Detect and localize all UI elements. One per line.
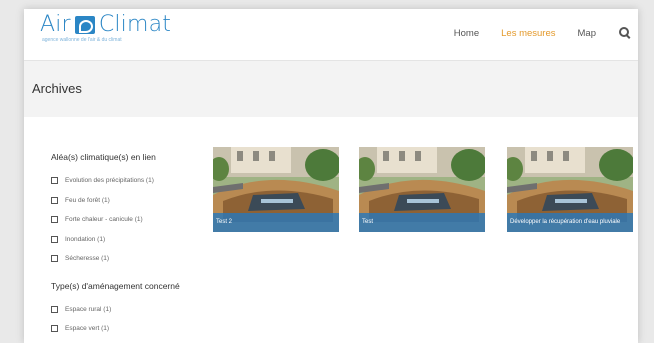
card-caption: Test 2 xyxy=(213,213,339,232)
filter-option-label: Sécheresse (1) xyxy=(65,255,110,263)
archive-card[interactable]: Développer la récupération d'eau pluvial… xyxy=(507,147,633,232)
filter-option-label: Espace vert (1) xyxy=(65,325,110,333)
checkbox[interactable] xyxy=(51,305,58,313)
card-caption: Développer la récupération d'eau pluvial… xyxy=(507,213,633,232)
logo-word-left: Air xyxy=(40,12,71,37)
site-logo[interactable]: Air Climat agence wallonne de l'air & du… xyxy=(40,14,171,44)
title-band: Archives xyxy=(24,60,638,117)
nav-item-map[interactable]: Map xyxy=(578,28,596,39)
search-icon[interactable] xyxy=(618,26,632,40)
filter-option-label: Forte chaleur - canicule (1) xyxy=(65,216,143,224)
filter-option-label: Inondation (1) xyxy=(65,235,106,243)
checkbox[interactable] xyxy=(51,235,58,243)
filter-option[interactable]: Feu de forêt (1) xyxy=(51,191,201,211)
page-container: Air Climat agence wallonne de l'air & du… xyxy=(24,9,638,343)
checkbox[interactable] xyxy=(51,196,58,204)
main-nav: Home Les mesures Map xyxy=(454,26,638,40)
filter-option[interactable]: Forte chaleur - canicule (1) xyxy=(51,210,201,230)
logo-tagline: agence wallonne de l'air & du climat xyxy=(42,37,122,43)
archive-card[interactable]: Test 2 xyxy=(213,147,339,232)
filter-heading-alea: Aléa(s) climatique(s) en lien xyxy=(51,152,156,162)
logo-wordmark: Air Climat xyxy=(40,14,171,36)
filter-option[interactable]: Espace vert (1) xyxy=(51,319,201,339)
filters-sidebar: Aléa(s) climatique(s) en lien Evolution … xyxy=(51,152,201,339)
filter-option[interactable]: Sécheresse (1) xyxy=(51,249,201,269)
nav-item-home[interactable]: Home xyxy=(454,28,479,39)
checkbox[interactable] xyxy=(51,255,58,263)
card-caption: Test xyxy=(359,213,485,232)
logo-swirl-icon xyxy=(74,16,95,34)
site-header: Air Climat agence wallonne de l'air & du… xyxy=(24,9,638,59)
checkbox[interactable] xyxy=(51,216,58,224)
checkbox[interactable] xyxy=(51,177,58,185)
nav-item-les-mesures[interactable]: Les mesures xyxy=(501,28,555,39)
filter-option-label: Espace rural (1) xyxy=(65,305,112,313)
filter-option-label: Evolution des précipitations (1) xyxy=(65,177,154,185)
filter-option[interactable]: Inondation (1) xyxy=(51,230,201,250)
logo-word-right: Climat xyxy=(98,12,172,37)
page-title: Archives xyxy=(32,81,82,96)
filter-option[interactable]: Espace rural (1) xyxy=(51,300,201,320)
filter-option[interactable]: Evolution des précipitations (1) xyxy=(51,171,201,191)
archive-card[interactable]: Test xyxy=(359,147,485,232)
checkbox[interactable] xyxy=(51,325,58,333)
filter-option-label: Feu de forêt (1) xyxy=(65,196,110,204)
filter-heading-amenagement: Type(s) d'aménagement concerné xyxy=(51,280,180,291)
